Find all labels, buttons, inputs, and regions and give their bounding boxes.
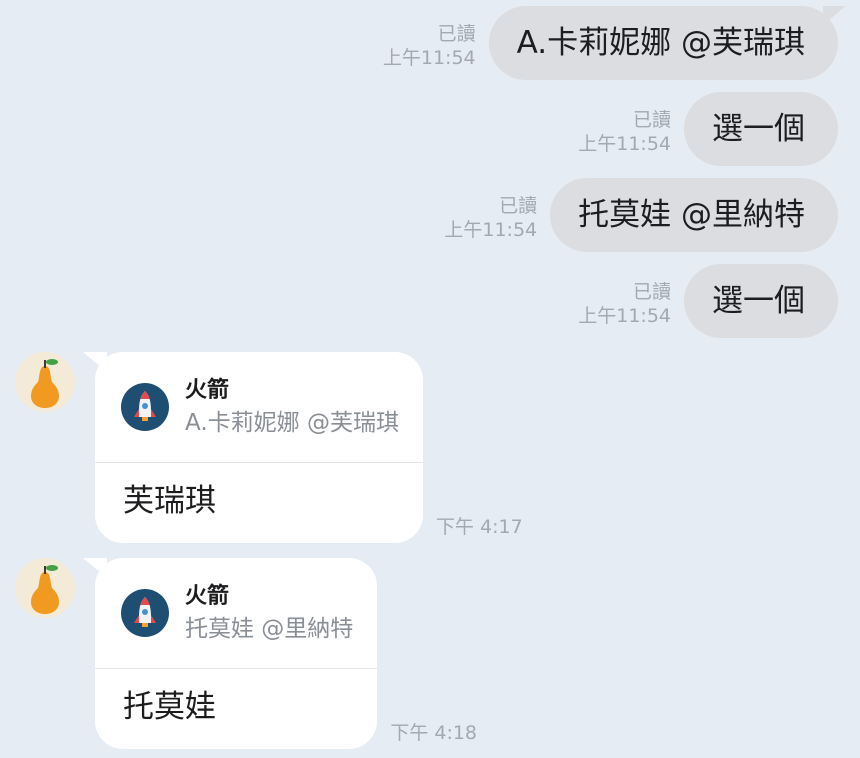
read-receipt: 已讀 <box>632 109 671 131</box>
message-meta: 已讀 上午11:54 <box>578 108 671 156</box>
incoming-message: 火箭 A.卡莉妮娜 @芙瑞琪 芙瑞琪 下午 4:17 <box>15 352 523 543</box>
reply-sender-name: 火箭 <box>185 378 230 403</box>
read-receipt: 已讀 <box>437 23 476 45</box>
reply-quoted-text: A.卡莉妮娜 @芙瑞琪 <box>185 410 399 436</box>
message-time: 下午 4:17 <box>435 516 523 538</box>
reply-message-bubble[interactable]: 火箭 托莫娃 @里納特 托莫娃 <box>95 558 378 749</box>
sender-avatar[interactable] <box>15 558 75 618</box>
message-bubble[interactable]: 選一個 <box>684 264 838 338</box>
pear-icon <box>31 359 59 408</box>
sender-avatar[interactable] <box>15 352 75 412</box>
quoted-reply[interactable]: 火箭 A.卡莉妮娜 @芙瑞琪 <box>95 352 423 463</box>
message-bubble[interactable]: 托莫娃 @里納特 <box>550 178 838 252</box>
read-receipt: 已讀 <box>499 195 538 217</box>
outgoing-message: 已讀 上午11:54 選一個 <box>578 92 838 166</box>
read-receipt: 已讀 <box>632 281 671 303</box>
quoted-reply[interactable]: 火箭 托莫娃 @里納特 <box>95 558 378 669</box>
outgoing-message: 已讀 上午11:54 A.卡莉妮娜 @芙瑞琪 <box>383 6 838 80</box>
incoming-message: 火箭 托莫娃 @里納特 托莫娃 下午 4:18 <box>15 558 477 749</box>
reply-avatar <box>121 589 169 637</box>
outgoing-message: 已讀 上午11:54 選一個 <box>578 264 838 338</box>
message-time: 上午11:54 <box>578 305 671 327</box>
message-time: 上午11:54 <box>444 219 538 241</box>
message-meta: 已讀 上午11:54 <box>444 194 537 242</box>
outgoing-message: 已讀 上午11:54 托莫娃 @里納特 <box>444 178 838 252</box>
reply-sender-name: 火箭 <box>185 584 230 609</box>
message-bubble[interactable]: 選一個 <box>684 92 838 166</box>
message-meta: 已讀 上午11:54 <box>578 280 671 328</box>
message-text: 選一個 <box>712 111 805 147</box>
message-bubble[interactable]: A.卡莉妮娜 @芙瑞琪 <box>488 6 838 80</box>
message-text: 托莫娃 <box>123 689 216 725</box>
reply-message-bubble[interactable]: 火箭 A.卡莉妮娜 @芙瑞琪 芙瑞琪 <box>95 352 423 543</box>
message-text: A.卡莉妮娜 @芙瑞琪 <box>516 25 805 61</box>
reply-quoted-text: 托莫娃 @里納特 <box>185 616 354 642</box>
pear-icon <box>31 565 59 614</box>
message-time: 上午11:54 <box>578 133 671 155</box>
reply-avatar <box>121 383 169 431</box>
message-time: 上午11:54 <box>382 47 476 69</box>
rocket-icon <box>134 391 156 421</box>
rocket-icon <box>134 597 156 627</box>
message-text: 托莫娃 @里納特 <box>578 197 805 233</box>
message-time: 下午 4:18 <box>390 722 478 744</box>
message-text: 選一個 <box>712 283 805 319</box>
message-text: 芙瑞琪 <box>123 483 216 519</box>
message-meta: 已讀 上午11:54 <box>383 22 476 70</box>
